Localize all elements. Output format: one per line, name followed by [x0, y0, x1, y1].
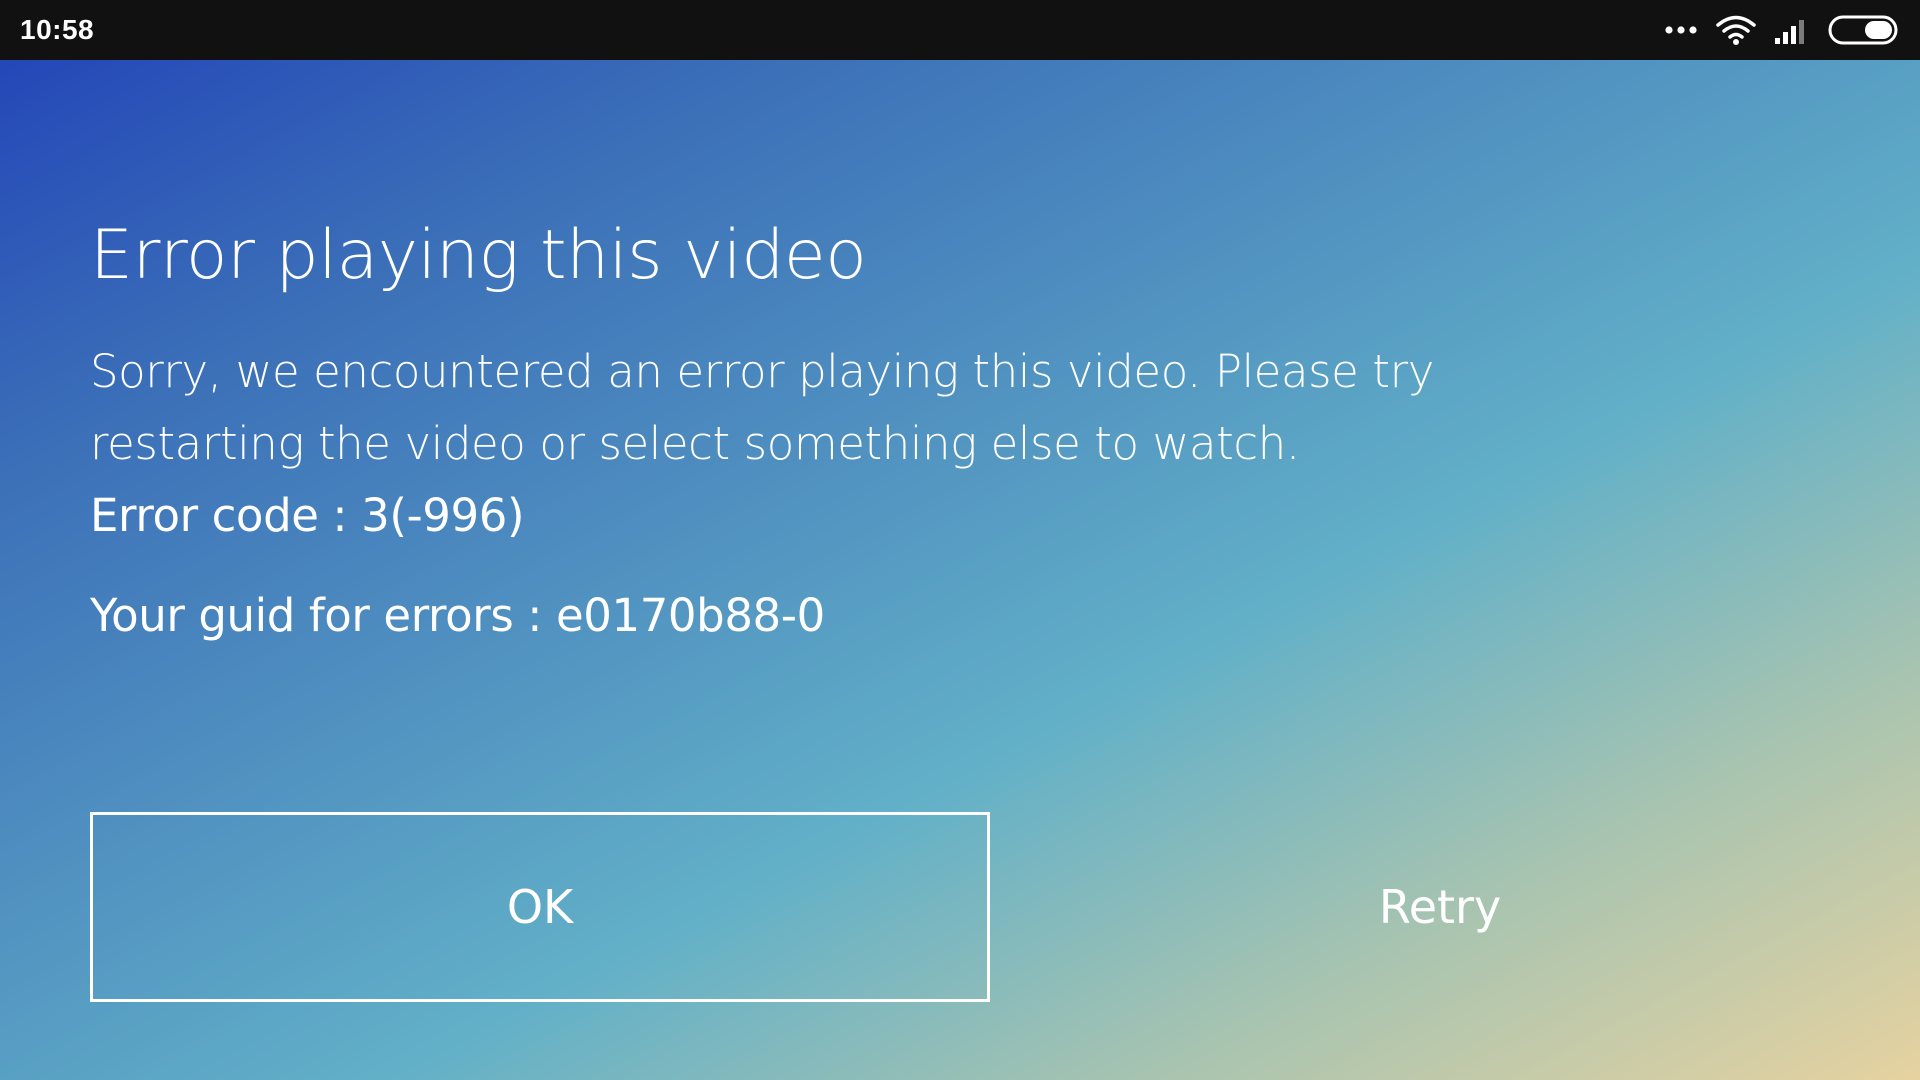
- status-bar: 10:58: [0, 0, 1920, 60]
- ok-button[interactable]: OK: [90, 812, 990, 1002]
- status-time: 10:58: [20, 14, 95, 45]
- error-code: Error code : 3(-996): [90, 489, 525, 542]
- ok-button-label: OK: [506, 880, 574, 934]
- more-dots-icon: [1664, 25, 1698, 35]
- error-screen: Error playing this video Sorry, we encou…: [0, 60, 1920, 1080]
- retry-button[interactable]: Retry: [1240, 812, 1640, 1002]
- error-title: Error playing this video: [90, 216, 867, 295]
- battery-icon: [1828, 15, 1902, 45]
- wifi-icon: [1716, 14, 1756, 46]
- cellular-signal-icon: [1774, 16, 1810, 44]
- error-message: Sorry, we encountered an error playing t…: [90, 345, 1434, 470]
- status-icons: [1664, 0, 1902, 60]
- retry-button-label: Retry: [1378, 880, 1502, 934]
- error-guid: Your guid for errors : e0170b88-0: [90, 589, 825, 642]
